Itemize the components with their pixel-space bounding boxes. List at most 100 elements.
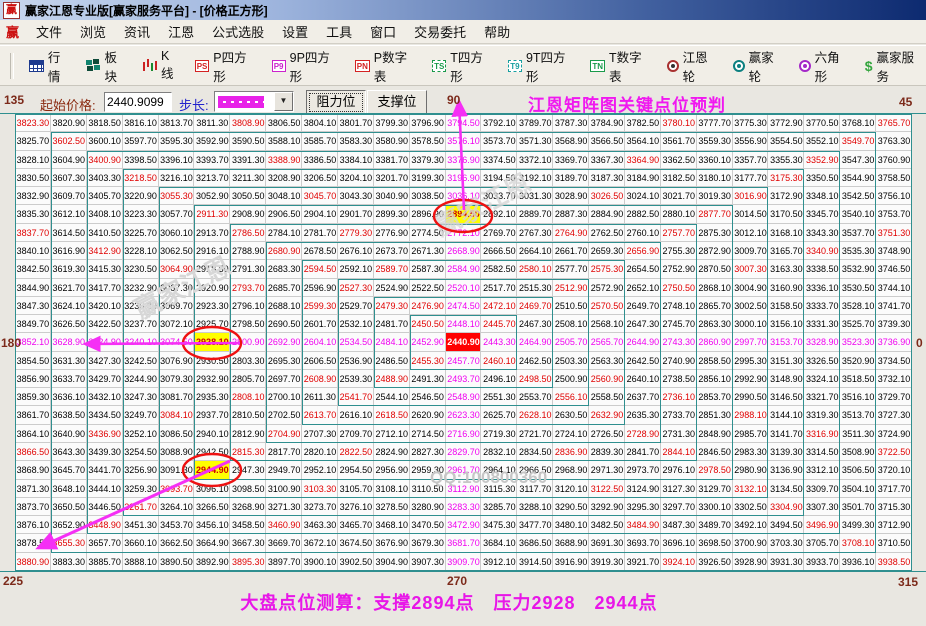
grid-cell: 2623.30 (446, 406, 482, 424)
grid-cell: 3336.10 (804, 279, 840, 297)
grid-cell: 2640.10 (625, 370, 661, 388)
grid-cell: 3081.70 (159, 388, 195, 406)
grid-cell: 3386.50 (302, 151, 338, 169)
grid-cell: 3000.10 (733, 315, 769, 333)
toolbar-item-9t-square[interactable]: T9 9T四方形 (507, 47, 577, 85)
toolbar-item-p-square[interactable]: PS P四方形 (194, 47, 259, 85)
grid-cell: 2575.30 (589, 260, 625, 278)
menu-item-公式选股[interactable]: 公式选股 (203, 20, 273, 43)
grid-cell: 2992.90 (733, 370, 769, 388)
grid-cell: 2803.30 (230, 352, 266, 370)
toolbar-item-9p-square[interactable]: P9 9P四方形 (271, 47, 342, 85)
toolbar-item-sectors[interactable]: 板块 (85, 47, 130, 85)
grid-cell: 3892.90 (194, 553, 230, 571)
menu-item-浏览[interactable]: 浏览 (71, 20, 115, 43)
grid-cell: 2685.70 (266, 279, 302, 297)
grid-cell: 3885.70 (87, 553, 123, 571)
menu-item-文件[interactable]: 文件 (27, 20, 71, 43)
grid-cell: 2548.90 (446, 388, 482, 406)
grid-cell: 3614.50 (51, 224, 87, 242)
grid-cell: 3645.70 (51, 461, 87, 479)
toolbar-item-kline[interactable]: K线 (142, 49, 181, 82)
grid-cell: 3182.50 (661, 169, 697, 187)
menu-item-窗口[interactable]: 窗口 (361, 20, 405, 43)
grid-cell: 2779.30 (338, 224, 374, 242)
menu-item-帮助[interactable]: 帮助 (475, 20, 519, 43)
grid-cell: 3842.50 (15, 260, 51, 278)
step-dropdown[interactable]: ▼ (214, 91, 294, 112)
window-title: 赢家江恩专业版[赢家服务平台] - [价格正方形] (25, 3, 268, 18)
grid-cell-key-pressure-2: 2944.90 (194, 461, 231, 480)
grid-cell: 2760.10 (625, 224, 661, 242)
menu-item-资讯[interactable]: 资讯 (115, 20, 159, 43)
grid-cell: 3120.10 (553, 480, 589, 498)
grid-cell: 3724.90 (876, 425, 912, 443)
grid-cell: 3928.90 (733, 553, 769, 571)
grid-cell: 3331.30 (804, 315, 840, 333)
menu-item-工具[interactable]: 工具 (317, 20, 361, 43)
grid-cell: 2469.70 (517, 297, 553, 315)
toolbar-item-t-square[interactable]: TS T四方形 (432, 47, 495, 85)
grid-cell: 3268.90 (230, 498, 266, 516)
grid-cell: 3628.90 (51, 333, 87, 351)
toolbar-item-winner-service[interactable]: $ 赢家服务 (865, 47, 926, 85)
toolbar-item-hexagon[interactable]: 六角形 (798, 47, 852, 85)
menu-item-江恩[interactable]: 江恩 (159, 20, 203, 43)
grid-cell: 3264.10 (159, 498, 195, 516)
grid-cell: 3040.90 (374, 187, 410, 205)
grid-cell: 3674.50 (338, 534, 374, 552)
grid-cell: 3177.70 (733, 169, 769, 187)
grid-cell: 3100.90 (266, 480, 302, 498)
grid-cell: 3357.70 (733, 151, 769, 169)
toolbar-item-p-number-table[interactable]: PN P数字表 (354, 47, 419, 85)
grid-cell: 3736.90 (876, 333, 912, 351)
grid-cell: 3657.70 (87, 534, 123, 552)
grid-cell: 3492.10 (733, 516, 769, 534)
grid-cell: 3801.70 (338, 114, 374, 132)
toolbar-item-quotes[interactable]: 行情 (28, 47, 73, 85)
grid-cell: 3542.50 (840, 187, 876, 205)
grid-cell: 2908.90 (230, 205, 266, 223)
toolbar-item-gann-wheel[interactable]: 江恩轮 (666, 47, 720, 85)
grid-cell: 2966.50 (517, 461, 553, 479)
grid-cell: 3199.30 (410, 169, 446, 187)
grid-cell: 3170.50 (768, 205, 804, 223)
menu-item-交易委托[interactable]: 交易委托 (405, 20, 475, 43)
grid-cell: 3564.10 (625, 132, 661, 150)
grid-cell: 3355.30 (768, 151, 804, 169)
grid-cell: 3328.90 (804, 333, 840, 351)
grid-cell: 2920.90 (194, 279, 230, 297)
dropdown-arrow-icon[interactable]: ▼ (274, 92, 293, 111)
grid-cell: 3477.70 (517, 516, 553, 534)
grid-cell: 3686.50 (517, 534, 553, 552)
toolbar-item-winner-wheel[interactable]: 赢家轮 (732, 47, 786, 85)
grid-cell: 3813.70 (159, 114, 195, 132)
start-price-input[interactable] (104, 92, 172, 112)
grid-cell: 3014.50 (733, 205, 769, 223)
grid-cell: 3136.90 (768, 461, 804, 479)
grid-cell: 2839.30 (589, 443, 625, 461)
grid-cell: 3422.50 (87, 315, 123, 333)
tn-badge-icon: TN (590, 59, 605, 72)
support-button[interactable]: 支撑位 (367, 90, 427, 115)
grid-cell: 3878.50 (15, 534, 51, 552)
grid-cell: 2736.10 (661, 388, 697, 406)
grid-cell: 2474.50 (446, 297, 482, 315)
table-icon (28, 59, 44, 72)
grid-cell: 2704.90 (266, 425, 302, 443)
menu-item-设置[interactable]: 设置 (273, 20, 317, 43)
grid-cell: 3288.10 (517, 498, 553, 516)
grid-cell: 3427.30 (87, 352, 123, 370)
grid-cell: 3206.50 (302, 169, 338, 187)
grid-cell: 3230.50 (123, 260, 159, 278)
grid-cell: 3871.30 (15, 480, 51, 498)
grid-cell: 3278.50 (374, 498, 410, 516)
grid-cell: 2524.90 (374, 279, 410, 297)
grid-cell: 2673.70 (374, 242, 410, 260)
toolbar-item-t-number-table[interactable]: TN T数字表 (590, 47, 653, 85)
grid-cell: 3780.10 (661, 114, 697, 132)
grid-cell: 2990.50 (733, 388, 769, 406)
resistance-button[interactable]: 阻力位 (306, 90, 366, 115)
dollar-icon: $ (864, 57, 873, 74)
toolbar-item-label: 赢家服务 (876, 50, 915, 84)
